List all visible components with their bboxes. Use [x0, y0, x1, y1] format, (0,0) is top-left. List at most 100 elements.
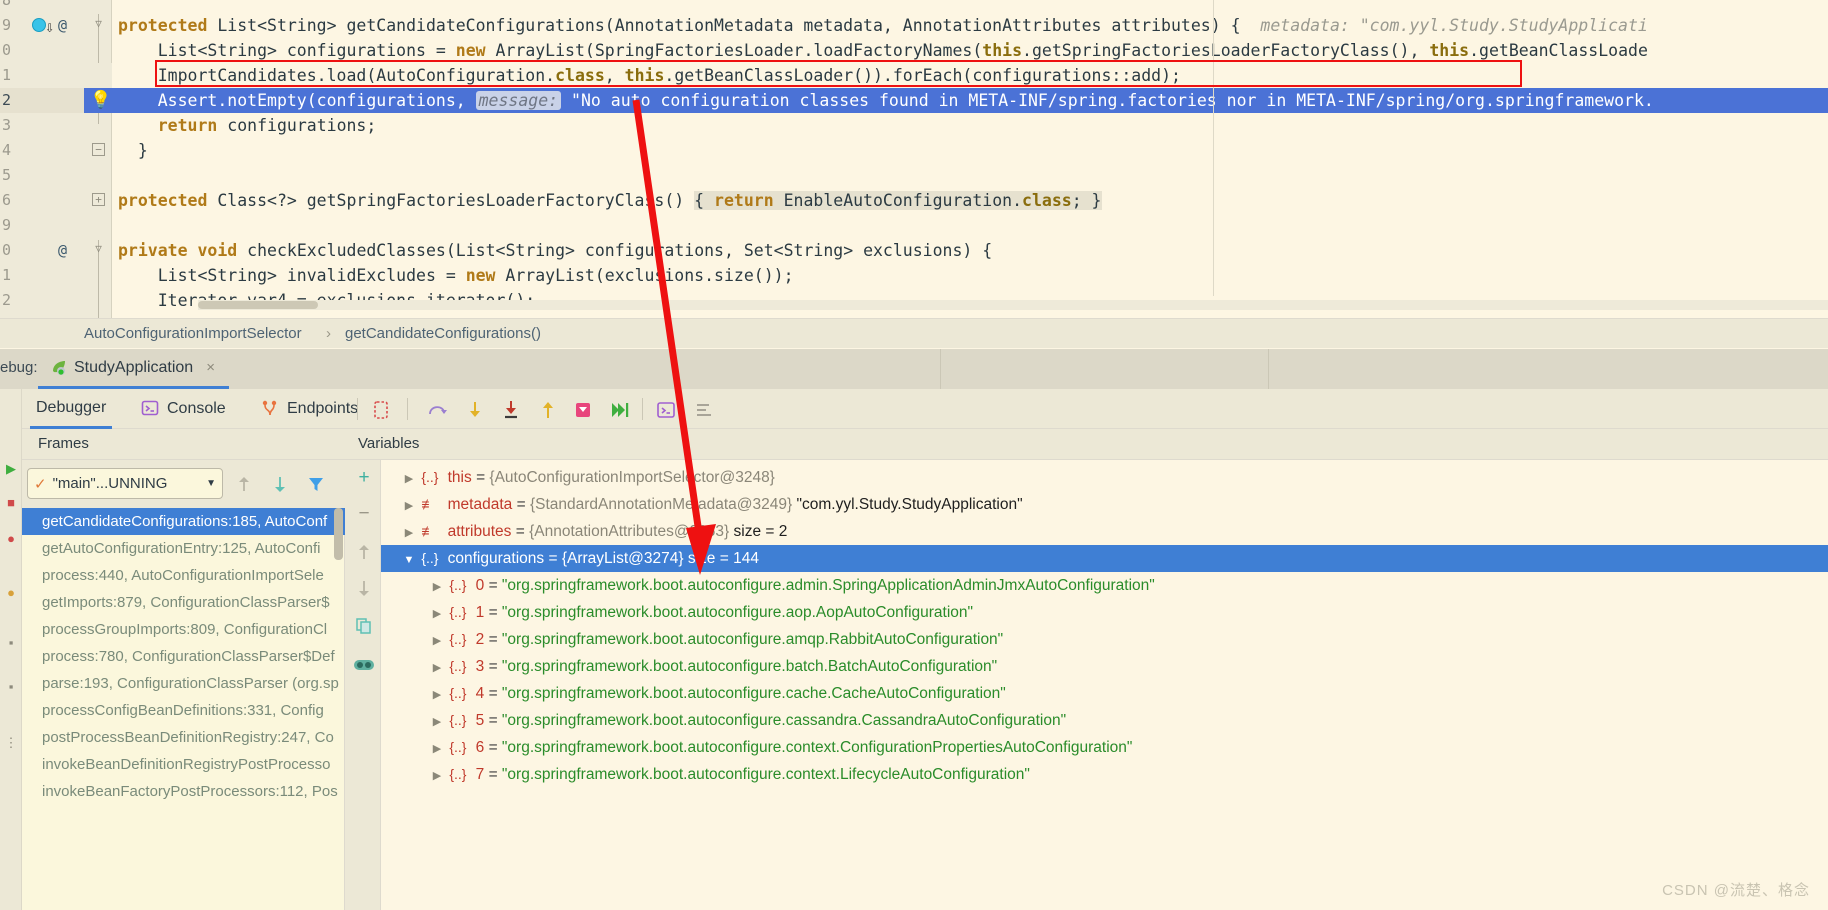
- variable-row-item[interactable]: ▶ {..} 7 = "org.springframework.boot.aut…: [381, 761, 1828, 788]
- breakpoint-icon[interactable]: [32, 18, 46, 32]
- variable-string: "org.springframework.boot.autoconfigure.…: [501, 604, 974, 621]
- variable-row-configurations[interactable]: ▼ {..} configurations = {ArrayList@3274}…: [381, 545, 1828, 572]
- mute-icon[interactable]: [353, 654, 375, 676]
- tab-debugger[interactable]: Debugger: [30, 389, 113, 429]
- resume-program-icon[interactable]: [608, 398, 632, 422]
- expand-triangle-icon[interactable]: ▶: [429, 682, 445, 709]
- annotation-marker-icon[interactable]: @: [58, 13, 67, 38]
- frames-scrollbar[interactable]: [333, 508, 344, 910]
- frame-item[interactable]: invokeBeanDefinitionRegistryPostProcesso: [22, 751, 345, 778]
- step-over-icon[interactable]: [425, 398, 449, 422]
- down-icon[interactable]: [353, 578, 375, 600]
- variable-row-this[interactable]: ▶ {..} this = {AutoConfigurationImportSe…: [381, 464, 1828, 491]
- line-number: 9: [2, 216, 12, 234]
- expand-triangle-icon[interactable]: ▶: [429, 655, 445, 682]
- frame-item[interactable]: postProcessBeanDefinitionRegistry:247, C…: [22, 724, 345, 751]
- frame-item[interactable]: getCandidateConfigurations:185, AutoConf: [22, 508, 345, 535]
- scrollbar-thumb[interactable]: [334, 508, 343, 560]
- gutter-line[interactable]: 9 ⇩ @ ▽: [0, 13, 112, 38]
- fold-arrow-icon[interactable]: ▽: [92, 243, 105, 256]
- tab-endpoints[interactable]: Endpoints: [255, 389, 364, 429]
- expand-triangle-icon[interactable]: ▶: [429, 628, 445, 655]
- fold-collapse-icon[interactable]: −: [92, 143, 105, 156]
- step-out-icon[interactable]: [536, 398, 560, 422]
- tab-console[interactable]: Console: [135, 389, 232, 429]
- breadcrumb[interactable]: AutoConfigurationImportSelector › getCan…: [0, 318, 1828, 348]
- expand-triangle-icon[interactable]: ▶: [429, 736, 445, 763]
- expand-triangle-icon[interactable]: ▶: [401, 520, 417, 547]
- variable-row-metadata[interactable]: ▶ ≢ metadata = {StandardAnnotationMetad…: [381, 491, 1828, 518]
- frame-item[interactable]: process:780, ConfigurationClassParser$De…: [22, 643, 345, 670]
- intention-bulb-icon[interactable]: 💡: [90, 90, 111, 110]
- object-icon: {..}: [449, 766, 467, 782]
- pin-rail-icon[interactable]: ▪: [3, 679, 19, 695]
- run-icon[interactable]: ▶: [3, 461, 19, 477]
- expand-triangle-icon[interactable]: ▶: [429, 709, 445, 736]
- frames-down-arrow-icon[interactable]: [270, 474, 290, 494]
- code-editor[interactable]: 8 9 ⇩ @ ▽ 0 1 2 3 4 − 5 6 + 9 0 @ ▽ 1 2 …: [0, 0, 1828, 318]
- evaluate-expression-icon[interactable]: [654, 398, 678, 422]
- variable-row-item[interactable]: ▶ {..} 3 = "org.springframework.boot.aut…: [381, 653, 1828, 680]
- variable-row-item[interactable]: ▶ {..} 0 = "org.springframework.boot.aut…: [381, 572, 1828, 599]
- expand-triangle-icon[interactable]: ▶: [401, 466, 417, 493]
- frames-up-arrow-icon[interactable]: [234, 474, 254, 494]
- debug-toolbar-row: Debugger Console Endpoints: [22, 389, 1828, 429]
- breadcrumb-method[interactable]: getCandidateConfigurations(): [345, 319, 541, 349]
- frames-list[interactable]: getCandidateConfigurations:185, AutoConf…: [22, 508, 345, 910]
- remove-watch-icon[interactable]: −: [353, 503, 375, 525]
- gutter-line[interactable]: 6 +: [0, 188, 112, 213]
- settings-icon[interactable]: [692, 398, 716, 422]
- variable-string: "org.springframework.boot.autoconfigure.…: [501, 766, 1030, 783]
- breakpoint-rail-icon[interactable]: ●: [3, 531, 19, 547]
- expand-triangle-icon[interactable]: ▶: [401, 493, 417, 520]
- line-number: 9: [2, 16, 12, 34]
- more-rail-icon[interactable]: ⋮: [3, 735, 19, 751]
- expand-triangle-icon[interactable]: ▶: [429, 574, 445, 601]
- breadcrumb-class[interactable]: AutoConfigurationImportSelector: [84, 319, 302, 349]
- step-into-icon[interactable]: [463, 398, 487, 422]
- annotation-marker-icon[interactable]: @: [58, 238, 67, 263]
- collapse-triangle-icon[interactable]: ▼: [401, 547, 417, 574]
- left-tool-rail[interactable]: ▶ ■ ● ● ▪ ▪ ⋮: [0, 349, 22, 910]
- variable-index: 2: [475, 631, 485, 648]
- stop-icon[interactable]: ■: [3, 495, 19, 511]
- frame-item[interactable]: processConfigBeanDefinitions:331, Config: [22, 697, 345, 724]
- filter-icon[interactable]: [306, 474, 326, 494]
- chevron-down-icon[interactable]: ▼: [206, 478, 216, 489]
- frame-item[interactable]: getAutoConfigurationEntry:125, AutoConfi: [22, 535, 345, 562]
- editor-horizontal-scrollbar[interactable]: [198, 300, 1828, 310]
- close-icon[interactable]: ×: [206, 359, 215, 376]
- variable-row-attributes[interactable]: ▶ ≢ attributes = {AnnotationAttributes@…: [381, 518, 1828, 545]
- variable-index: 6: [475, 739, 485, 756]
- frame-item[interactable]: process:440, AutoConfigurationImportSele: [22, 562, 345, 589]
- thread-selector-dropdown[interactable]: ✓ "main"...UNNING ▼: [27, 468, 223, 499]
- frame-item[interactable]: invokeBeanFactoryPostProcessors:112, Pos: [22, 778, 345, 805]
- variable-string: "com.yyl.Study.StudyApplication": [796, 496, 1023, 513]
- variable-row-item[interactable]: ▶ {..} 4 = "org.springframework.boot.aut…: [381, 680, 1828, 707]
- variable-row-item[interactable]: ▶ {..} 6 = "org.springframework.boot.aut…: [381, 734, 1828, 761]
- force-step-into-icon[interactable]: [499, 398, 523, 422]
- variable-row-item[interactable]: ▶ {..} 5 = "org.springframework.boot.aut…: [381, 707, 1828, 734]
- variable-row-item[interactable]: ▶ {..} 1 = "org.springframework.boot.aut…: [381, 599, 1828, 626]
- frame-item[interactable]: parse:193, ConfigurationClassParser (org…: [22, 670, 345, 697]
- up-icon[interactable]: [353, 542, 375, 564]
- line-number: 1: [2, 266, 12, 284]
- scrollbar-thumb[interactable]: [198, 301, 318, 309]
- expand-triangle-icon[interactable]: ▶: [429, 601, 445, 628]
- view-breakpoints-icon[interactable]: [369, 398, 393, 422]
- run-to-cursor-icon[interactable]: [571, 398, 595, 422]
- gutter-line[interactable]: 0 @ ▽: [0, 238, 112, 263]
- session-tab-studyapplication[interactable]: StudyApplication ×: [38, 349, 229, 389]
- frame-item[interactable]: processGroupImports:809, ConfigurationCl: [22, 616, 345, 643]
- warning-rail-icon[interactable]: ●: [3, 585, 19, 601]
- layout-rail-icon[interactable]: ▪: [3, 635, 19, 651]
- fold-expand-icon[interactable]: +: [92, 193, 105, 206]
- expand-triangle-icon[interactable]: ▶: [429, 763, 445, 790]
- variable-row-item[interactable]: ▶ {..} 2 = "org.springframework.boot.aut…: [381, 626, 1828, 653]
- copy-icon[interactable]: [353, 616, 375, 638]
- toolbar-divider: [357, 398, 358, 420]
- gutter-line[interactable]: 4 −: [0, 138, 112, 163]
- fold-arrow-icon[interactable]: ▽: [92, 18, 105, 31]
- frame-item[interactable]: getImports:879, ConfigurationClassParser…: [22, 589, 345, 616]
- add-watch-icon[interactable]: +: [353, 467, 375, 489]
